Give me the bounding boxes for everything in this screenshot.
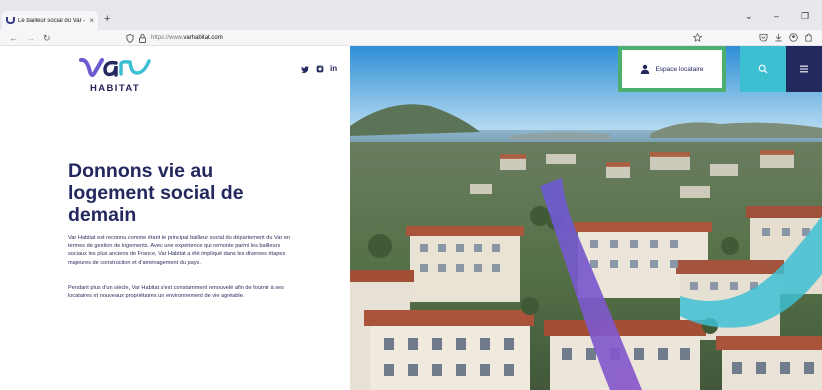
search-button[interactable] bbox=[740, 46, 786, 92]
reload-button[interactable]: ↻ bbox=[43, 32, 51, 44]
lock-icon bbox=[139, 33, 146, 43]
extensions-icon[interactable] bbox=[804, 33, 813, 42]
tenant-space-label: Espace locataire bbox=[655, 65, 704, 73]
tab-list-icon[interactable]: ⌄ bbox=[745, 12, 753, 21]
linkedin-icon[interactable]: in bbox=[330, 65, 337, 73]
site-favicon-icon bbox=[6, 17, 15, 24]
forward-button[interactable]: → bbox=[26, 32, 35, 44]
hero-aerial-photo bbox=[350, 46, 822, 390]
logo-wave-mark bbox=[79, 57, 151, 77]
menu-button[interactable] bbox=[786, 46, 822, 92]
tab-close-icon[interactable]: × bbox=[89, 16, 94, 25]
tenant-space-button[interactable]: Espace locataire bbox=[618, 46, 726, 92]
search-icon bbox=[758, 64, 768, 74]
browser-tab[interactable]: Le bailleur social du Var - Var H × bbox=[2, 11, 98, 30]
web-page: HABITAT in Donnons vie au logement socia… bbox=[0, 46, 822, 390]
new-tab-button[interactable]: + bbox=[104, 14, 110, 25]
intro-paragraph-2: Pendant plus d'un siècle, Var Habitat s'… bbox=[68, 285, 284, 300]
logo-text: HABITAT bbox=[90, 83, 141, 94]
twitter-icon[interactable] bbox=[301, 66, 309, 73]
tab-title: Le bailleur social du Var - Var H bbox=[18, 17, 86, 24]
account-icon[interactable] bbox=[789, 33, 798, 42]
hamburger-menu-icon bbox=[800, 65, 808, 73]
url-text: https://www.varhabitat.com bbox=[151, 35, 223, 41]
hero-title: Donnons vie au logement social de demain bbox=[68, 160, 244, 226]
back-button[interactable]: ← bbox=[9, 32, 18, 44]
instagram-icon[interactable] bbox=[316, 65, 324, 73]
restore-window-icon[interactable]: ❐ bbox=[801, 12, 809, 21]
address-bar[interactable]: https://www.varhabitat.com bbox=[126, 32, 716, 44]
shield-icon bbox=[126, 33, 134, 43]
browser-tab-bar: Le bailleur social du Var - Var H × + ⌄ … bbox=[0, 0, 822, 30]
minimize-icon[interactable]: – bbox=[774, 12, 779, 21]
browser-nav-bar: ← → ↻ https://www.varhabitat.com bbox=[0, 30, 822, 46]
intro-panel: HABITAT in Donnons vie au logement socia… bbox=[0, 46, 350, 390]
download-icon[interactable] bbox=[774, 33, 783, 42]
pocket-icon[interactable] bbox=[759, 33, 768, 42]
intro-paragraph-1: Var Habitat est reconnu comme étant le p… bbox=[68, 235, 291, 266]
user-icon bbox=[641, 64, 650, 74]
bookmark-star-icon[interactable] bbox=[693, 33, 702, 42]
var-habitat-logo[interactable]: HABITAT bbox=[78, 54, 158, 96]
